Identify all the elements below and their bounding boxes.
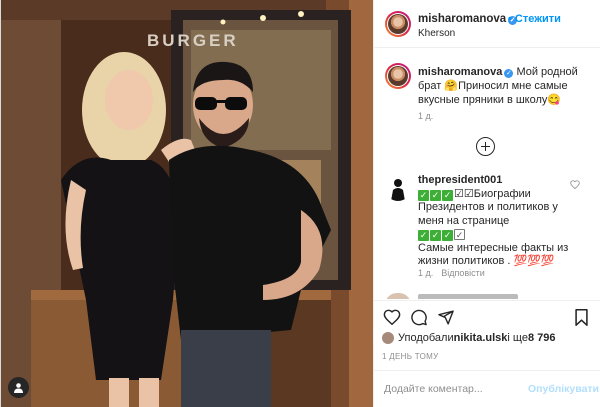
- post-date[interactable]: 1 ДЕНЬ ТОМУ: [382, 352, 438, 361]
- author-username[interactable]: misharomanova ✓: [418, 13, 518, 25]
- post-modal: BURGER misharomanova ✓ • Стежити Kherson …: [0, 0, 600, 407]
- comment-line2: Самые интересные факты из жизни политико…: [418, 241, 569, 268]
- user-tag-icon[interactable]: [8, 377, 29, 398]
- burger-sign: BURGER: [147, 31, 239, 50]
- likes-prefix: Уподобали: [398, 332, 454, 344]
- avatar[interactable]: [385, 11, 411, 37]
- verified-icon: ✓: [504, 69, 514, 78]
- comments-list[interactable]: misharomanova ✓ Мой родной брат 🤗Приносил…: [374, 49, 600, 299]
- check-emoji-icon: ✓: [442, 189, 453, 201]
- caption-time[interactable]: 1 д.: [418, 111, 433, 121]
- post-actions: [374, 300, 600, 330]
- likes-count[interactable]: 8 796: [528, 332, 556, 344]
- comment-icon[interactable]: [410, 309, 428, 326]
- bookmark-icon[interactable]: [574, 309, 589, 326]
- likes-summary[interactable]: Уподобали nikita.ulsk і ще 8 796: [382, 332, 555, 344]
- comment-input[interactable]: Додайте коментар...: [384, 383, 483, 395]
- check-emoji-icon: ✓: [430, 189, 441, 201]
- next-comment-preview: [418, 294, 518, 299]
- caption-username[interactable]: misharomanova: [418, 66, 502, 78]
- location-link[interactable]: Kherson: [418, 28, 455, 39]
- likes-user[interactable]: nikita.ulsk: [454, 332, 508, 344]
- plus-circle-icon[interactable]: [476, 137, 495, 156]
- caption-text: misharomanova ✓ Мой родной брат 🤗Приносил…: [418, 65, 596, 107]
- check-emoji-icon: ✓: [418, 230, 429, 241]
- comment-meta: 1 д. Відповісти: [418, 268, 485, 278]
- avatar: [382, 332, 394, 344]
- heart-icon[interactable]: [383, 309, 401, 325]
- post-header: misharomanova ✓ • Стежити Kherson: [374, 0, 600, 48]
- add-comment-bar: Додайте коментар... Опублікувати: [374, 370, 600, 407]
- check-emoji-icon: ✓: [442, 230, 453, 241]
- avatar[interactable]: [385, 175, 411, 201]
- publish-button[interactable]: Опублікувати: [528, 383, 599, 395]
- likes-middle: і ще: [507, 332, 528, 344]
- reply-button[interactable]: Відповісти: [441, 268, 485, 278]
- checkbox-emoji-icon: ✓: [454, 229, 465, 240]
- post-photo[interactable]: BURGER: [1, 0, 373, 407]
- comment-text: thepresident001 ✓ ✓ ✓ ☑☑Биографии Президент…: [418, 174, 578, 269]
- avatar[interactable]: [385, 293, 411, 299]
- post-side-panel: misharomanova ✓ • Стежити Kherson misharo…: [373, 0, 600, 407]
- comment-username[interactable]: thepresident001: [418, 174, 502, 186]
- check-emoji-icon: ✓: [430, 230, 441, 241]
- check-emoji-icon: ✓: [418, 189, 429, 201]
- avatar[interactable]: [385, 63, 411, 89]
- heart-icon[interactable]: [570, 180, 580, 189]
- comment-time[interactable]: 1 д.: [418, 268, 433, 278]
- follow-button[interactable]: • Стежити: [508, 13, 561, 25]
- share-icon[interactable]: [437, 309, 455, 326]
